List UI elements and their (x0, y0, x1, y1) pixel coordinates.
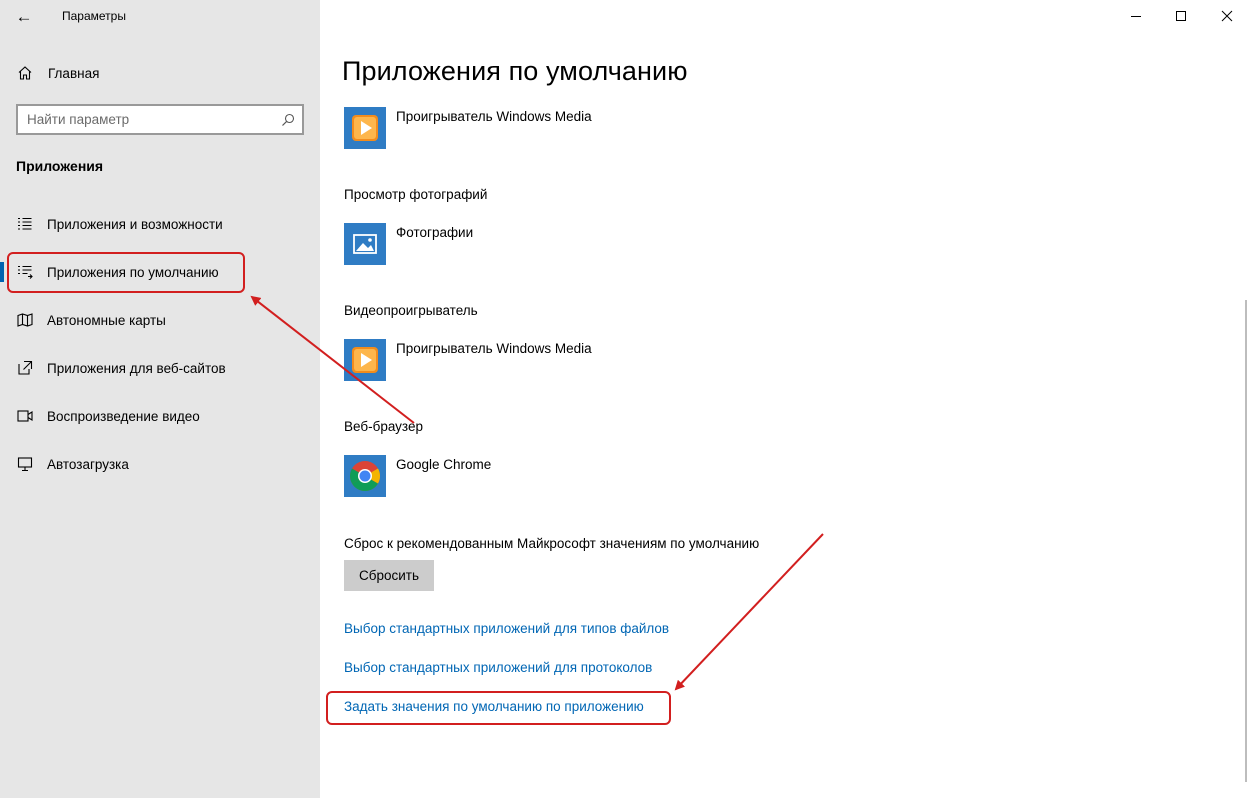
sidebar-item-offline-maps[interactable]: Автономные карты (0, 296, 320, 344)
close-icon (1221, 10, 1233, 22)
reset-button[interactable]: Сбросить (344, 560, 434, 591)
annotation-arrow-to-link (674, 533, 824, 691)
video-icon (16, 407, 34, 425)
link-choose-by-file-type[interactable]: Выбор стандартных приложений для типов ф… (344, 621, 669, 636)
annotation-highlight-set-defaults-link (326, 691, 671, 725)
app-name: Фотографии (396, 225, 474, 240)
minimize-icon (1131, 16, 1141, 17)
sidebar-item-label: Воспроизведение видео (47, 408, 200, 424)
sidebar-item-apps-for-websites[interactable]: Приложения для веб-сайтов (0, 344, 320, 392)
reset-label: Сброс к рекомендованным Майкрософт значе… (344, 536, 760, 551)
app-name: Проигрыватель Windows Media (396, 341, 592, 356)
default-browser-picker[interactable]: Google Chrome (344, 455, 491, 497)
minimize-button[interactable] (1113, 0, 1159, 32)
sidebar-item-label: Автозагрузка (47, 456, 129, 472)
open-in-new-icon (16, 359, 34, 377)
sidebar-item-apps-features[interactable]: Приложения и возможности (0, 200, 320, 248)
sidebar-item-startup[interactable]: Автозагрузка (0, 440, 320, 488)
map-icon (16, 311, 34, 329)
sidebar-item-label: Приложения и возможности (47, 216, 223, 232)
sidebar-item-label: Автономные карты (47, 312, 166, 328)
link-choose-by-protocol[interactable]: Выбор стандартных приложений для протоко… (344, 660, 652, 675)
sidebar: ← Параметры Главная Приложения Приложени… (0, 0, 320, 798)
maximize-icon (1176, 11, 1186, 21)
default-photo-viewer-picker[interactable]: Фотографии (344, 223, 473, 265)
group-label-photo-viewer: Просмотр фотографий (344, 187, 488, 202)
back-arrow-icon: ← (15, 7, 33, 26)
group-label-web-browser: Веб-браузер (344, 419, 423, 434)
startup-icon (16, 455, 34, 473)
list-icon (16, 215, 34, 233)
photos-icon (344, 223, 386, 265)
back-button[interactable]: ← (10, 4, 38, 30)
media-player-icon (344, 107, 386, 149)
chrome-icon (344, 455, 386, 497)
sidebar-item-label: Приложения для веб-сайтов (47, 360, 226, 376)
home-nav-item[interactable]: Главная (0, 56, 320, 90)
group-label-video-player: Видеопроигрыватель (344, 303, 478, 318)
window-title: Параметры (62, 9, 126, 23)
close-button[interactable] (1204, 0, 1250, 32)
default-video-player-picker[interactable]: Проигрыватель Windows Media (344, 339, 592, 381)
home-icon (16, 64, 34, 82)
page-title: Приложения по умолчанию (342, 56, 688, 86)
media-player-icon (344, 339, 386, 381)
default-music-player-picker[interactable]: Проигрыватель Windows Media (344, 107, 592, 149)
home-label: Главная (48, 65, 100, 81)
app-name: Проигрыватель Windows Media (396, 109, 592, 124)
scrollbar[interactable] (1245, 300, 1247, 782)
maximize-button[interactable] (1158, 0, 1204, 32)
search-input[interactable] (18, 112, 274, 127)
sidebar-nav: Приложения и возможности Приложения по у… (0, 200, 320, 488)
annotation-highlight-default-apps (7, 252, 245, 293)
sidebar-item-video-playback[interactable]: Воспроизведение видео (0, 392, 320, 440)
app-name: Google Chrome (396, 457, 492, 472)
section-heading: Приложения (16, 158, 104, 174)
search-icon[interactable] (274, 113, 302, 127)
search-box[interactable] (16, 104, 304, 135)
